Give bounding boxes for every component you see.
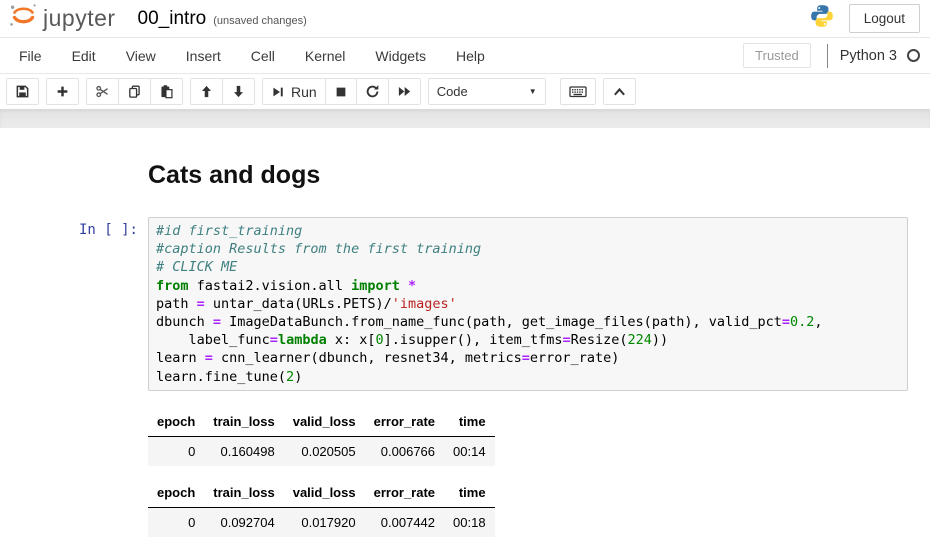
code-line: from fastai2.vision.all import * [156, 277, 900, 295]
kernel-divider [827, 44, 828, 68]
jupyter-logo-text: jupyter [43, 5, 116, 32]
table-row: 00.0927040.0179200.00744200:18 [148, 507, 495, 537]
menu-item-edit[interactable]: Edit [57, 39, 111, 73]
caret-up-icon [612, 85, 627, 98]
column-header-epoch: epoch [148, 478, 204, 508]
code-input-area[interactable]: #id first_training#caption Results from … [148, 217, 908, 391]
cut-icon [95, 84, 110, 99]
save-button[interactable] [6, 78, 39, 105]
move-up-icon [199, 84, 214, 99]
toolbar: Run Code ▼ [0, 74, 930, 109]
code-cell[interactable]: In [ ]: #id first_training#caption Resul… [8, 217, 930, 391]
paste-icon [159, 84, 174, 99]
celltype-caret-icon: ▼ [529, 87, 537, 96]
keyboard-icon [569, 84, 587, 99]
table-cell: 0 [148, 436, 204, 466]
column-header-train_loss: train_loss [204, 478, 283, 508]
notebook-container: Cats and dogs In [ ]: #id first_training… [8, 128, 930, 523]
cell-type-value: Code [437, 84, 468, 99]
column-header-valid_loss: valid_loss [284, 478, 365, 508]
header: jupyter 00_intro (unsaved changes) Logou… [0, 0, 930, 38]
notebook-title[interactable]: 00_intro [138, 8, 207, 30]
menu-item-view[interactable]: View [111, 39, 171, 73]
add-cell-icon [55, 84, 70, 99]
command-palette-button[interactable] [560, 78, 596, 105]
add-cell-button[interactable] [46, 78, 79, 105]
menubar: FileEditViewInsertCellKernelWidgetsHelp … [0, 38, 930, 74]
copy-cell-button[interactable] [118, 78, 151, 105]
restart-icon [365, 84, 380, 99]
code-line: path = untar_data(URLs.PETS)/'images' [156, 295, 900, 313]
menubar-items: FileEditViewInsertCellKernelWidgetsHelp [4, 39, 500, 73]
column-header-time: time [444, 407, 495, 437]
copy-icon [127, 84, 142, 99]
move-cell-down-button[interactable] [222, 78, 255, 105]
stop-icon [334, 85, 348, 99]
table-cell: 0.020505 [284, 436, 365, 466]
jupyter-logo-icon [8, 1, 38, 36]
table-cell: 00:14 [444, 436, 495, 466]
menu-item-widgets[interactable]: Widgets [360, 39, 441, 73]
table-cell: 00:18 [444, 507, 495, 537]
menu-item-cell[interactable]: Cell [236, 39, 290, 73]
toolbar-caret-up-button[interactable] [603, 78, 636, 105]
code-line: learn.fine_tune(2) [156, 368, 900, 386]
column-header-train_loss: train_loss [204, 407, 283, 437]
table-cell: 0.006766 [365, 436, 444, 466]
run-button-label: Run [291, 84, 317, 100]
menu-item-insert[interactable]: Insert [171, 39, 236, 73]
restart-run-all-button[interactable] [388, 78, 421, 105]
menu-item-help[interactable]: Help [441, 39, 500, 73]
run-icon [271, 85, 285, 99]
save-status: (unsaved changes) [213, 15, 307, 27]
table-row: 00.1604980.0205050.00676600:14 [148, 436, 495, 466]
column-header-epoch: epoch [148, 407, 204, 437]
trusted-button[interactable]: Trusted [743, 43, 811, 68]
logout-button[interactable]: Logout [849, 4, 920, 33]
code-line: learn = cnn_learner(dbunch, resnet34, me… [156, 349, 900, 367]
cut-cell-button[interactable] [86, 78, 119, 105]
jupyter-logo-link[interactable]: jupyter [8, 1, 116, 36]
interrupt-kernel-button[interactable] [325, 78, 357, 105]
table-cell: 0 [148, 507, 204, 537]
move-down-icon [231, 84, 246, 99]
save-icon [15, 84, 30, 99]
restart-run-all-icon [397, 84, 412, 99]
python-logo-icon [809, 3, 835, 34]
output-area: epochtrain_lossvalid_losserror_ratetime0… [148, 391, 930, 537]
table-cell: 0.007442 [365, 507, 444, 537]
code-line: #caption Results from the first training [156, 240, 900, 258]
code-line: label_func=lambda x: x[0].isupper(), ite… [156, 331, 900, 349]
markdown-cell[interactable]: Cats and dogs [8, 161, 930, 190]
restart-kernel-button[interactable] [356, 78, 389, 105]
training-results-table: epochtrain_lossvalid_losserror_ratetime0… [148, 407, 495, 466]
move-cell-up-button[interactable] [190, 78, 223, 105]
column-header-time: time [444, 478, 495, 508]
run-button[interactable]: Run [262, 78, 326, 105]
code-line: # CLICK ME [156, 258, 900, 276]
menu-item-kernel[interactable]: Kernel [290, 39, 360, 73]
menu-item-file[interactable]: File [4, 39, 57, 73]
code-line: dbunch = ImageDataBunch.from_name_func(p… [156, 313, 900, 331]
table-cell: 0.160498 [204, 436, 283, 466]
code-line: #id first_training [156, 222, 900, 240]
input-prompt: In [ ]: [8, 217, 148, 391]
training-results-table: epochtrain_lossvalid_losserror_ratetime0… [148, 478, 495, 537]
column-header-valid_loss: valid_loss [284, 407, 365, 437]
kernel-idle-indicator-icon [907, 49, 920, 62]
paste-cell-button[interactable] [150, 78, 183, 105]
kernel-name: Python 3 [840, 48, 897, 64]
column-header-error_rate: error_rate [365, 478, 444, 508]
column-header-error_rate: error_rate [365, 407, 444, 437]
page-background-band [0, 109, 930, 128]
table-cell: 0.017920 [284, 507, 365, 537]
markdown-heading: Cats and dogs [148, 161, 930, 190]
cell-type-dropdown[interactable]: Code ▼ [428, 78, 546, 105]
code-editor[interactable]: #id first_training#caption Results from … [156, 222, 900, 386]
table-cell: 0.092704 [204, 507, 283, 537]
